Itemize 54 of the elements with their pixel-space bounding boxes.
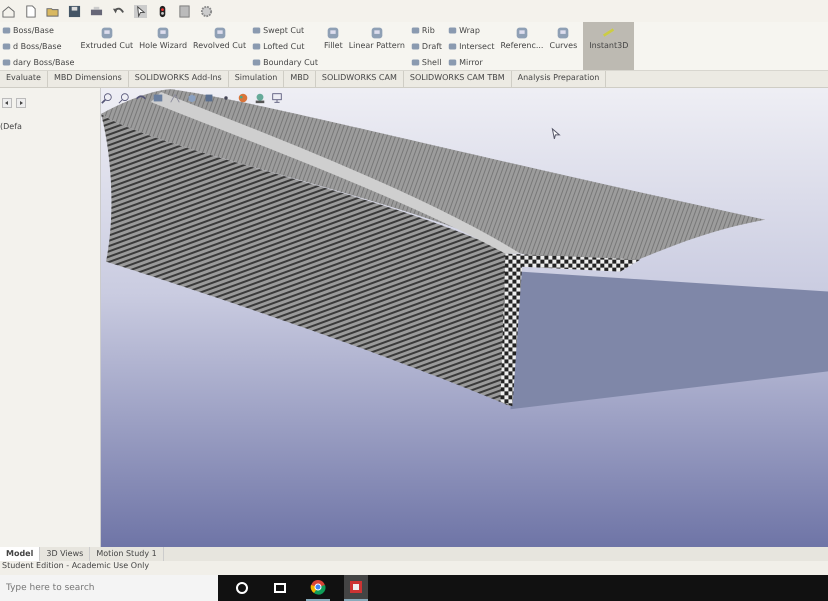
search-field[interactable]: Type here to search (0, 575, 218, 601)
status-text: Student Edition - Academic Use Only (2, 561, 150, 570)
ribbon-button[interactable]: Boundary Cut (252, 58, 318, 66)
ribbon-button[interactable]: Shell (410, 58, 442, 66)
feature-icon (555, 25, 572, 41)
ribbon-button[interactable]: d Boss/Base (2, 42, 74, 50)
ribbon-button[interactable]: Fillet (324, 22, 343, 70)
ribbon-button[interactable]: Wrap (448, 26, 494, 34)
monitor-icon[interactable] (271, 92, 283, 104)
ribbon-tab[interactable]: SOLIDWORKS CAM TBM (404, 71, 512, 87)
home-icon[interactable] (2, 4, 15, 18)
scroll-right-icon[interactable] (16, 98, 26, 108)
tree-item[interactable]: (Defa (0, 118, 100, 131)
zoom-to-fit-icon[interactable] (101, 92, 113, 104)
ribbon-button[interactable]: Lofted Cut (252, 42, 318, 50)
scene-icon[interactable] (254, 92, 266, 104)
ribbon-button[interactable]: Revolved Cut (193, 22, 246, 70)
feature-icon (155, 25, 172, 41)
ribbon-button[interactable]: Mirror (448, 58, 494, 66)
feature-icon (325, 25, 342, 41)
feature-icon (98, 25, 115, 41)
ribbon-tab[interactable]: Simulation (228, 71, 284, 87)
save-icon[interactable] (68, 4, 81, 18)
instant3d-toggle[interactable]: Instant3D (583, 22, 634, 70)
pointer-icon[interactable] (134, 4, 147, 18)
ribbon-button[interactable]: Referenc... (500, 22, 544, 70)
bottom-tab[interactable]: Model (0, 547, 40, 561)
ribbon-tab[interactable]: SOLIDWORKS CAM (316, 71, 404, 87)
ribbon-button[interactable]: Linear Pattern (348, 22, 405, 70)
scroll-left-icon[interactable] (2, 98, 12, 108)
new-document-icon[interactable] (24, 4, 37, 18)
ribbon-tab[interactable]: Analysis Preparation (512, 71, 606, 87)
ribbon-button[interactable]: Intersect (448, 42, 494, 50)
ribbon-button[interactable]: dary Boss/Base (2, 58, 74, 66)
ribbon-button[interactable]: Swept Cut (252, 26, 318, 34)
feature-icon (212, 25, 228, 41)
ribbon-tab[interactable]: Evaluate (0, 71, 48, 87)
ribbon-button[interactable]: Draft (410, 42, 442, 50)
feature-icon (514, 25, 530, 41)
ribbon-button[interactable]: Rib (410, 26, 442, 34)
ribbon-tab[interactable]: MBD Dimensions (48, 71, 129, 87)
gear-icon[interactable] (200, 4, 213, 18)
mouse-cursor-icon (552, 128, 561, 140)
feature-icon (368, 25, 385, 41)
ribbon-tab[interactable]: SOLIDWORKS Add-Ins (128, 71, 229, 87)
ribbon-button[interactable]: Boss/Base (2, 26, 74, 34)
ribbon-tab[interactable]: MBD (284, 71, 316, 87)
ribbon-button[interactable]: Curves (549, 22, 578, 70)
cad-app-icon[interactable] (344, 575, 368, 601)
appearance-icon[interactable] (237, 92, 249, 104)
zoom-area-icon[interactable] (118, 92, 130, 104)
print-icon[interactable] (90, 4, 103, 18)
ribbon-button[interactable]: Extruded Cut (80, 22, 134, 70)
ribbon-button[interactable]: Hole Wizard (139, 22, 188, 70)
